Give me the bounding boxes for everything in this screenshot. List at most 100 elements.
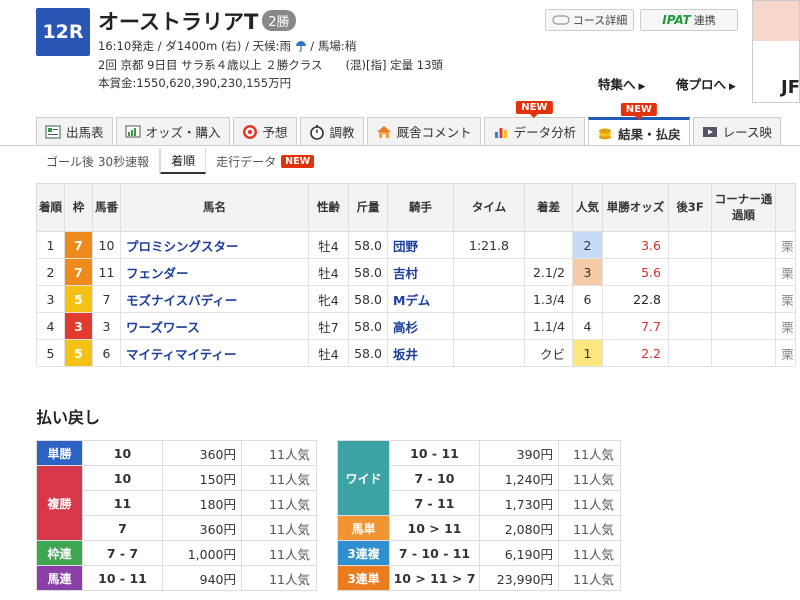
col-name: 馬名 [120,183,309,232]
tokushu-label: 特集へ [598,77,636,92]
jockey-link[interactable]: 坂井 [387,339,454,367]
time-cell [453,285,525,313]
jockey-link[interactable]: 吉村 [387,258,454,286]
time-cell: 1:21.8 [453,231,525,259]
result-row: 5 5 6 マイティマイティー 牡4 58.0 坂井 クビ 1 2.2 栗 [36,339,796,367]
tab-data-analysis[interactable]: NEW データ分析 [483,101,586,145]
jockey-link[interactable]: 高杉 [387,312,454,340]
tab-stable-comment[interactable]: 厩舎コメント [366,117,481,145]
payout-combination: 11 [82,490,163,516]
result-row: 1 7 10 プロミシングスター 牡4 58.0 団野 1:21.8 2 3.6 栗 [36,231,796,259]
payout-popularity: 11人気 [558,565,621,591]
payout-combination: 10 > 11 [389,515,480,541]
ipat-link-label: 連携 [693,14,716,27]
payout-row: ワイド 10 - 11 390円 11人気 [337,440,621,516]
horse-number-cell: 11 [92,258,121,286]
jockey-link[interactable]: 団野 [387,231,454,259]
triangle-right-icon: ▶ [638,82,646,92]
subtab-label: 走行データ [216,154,277,169]
race-card-icon [45,125,61,138]
subtab-goal-quick[interactable]: ゴール後 30秒速報 [36,148,161,174]
popularity-cell: 1 [572,339,603,367]
race-prize: 本賞金:1550,620,390,230,155万円 [98,76,292,90]
odds-icon [125,125,141,137]
frame-cell: 5 [64,285,93,313]
margin-cell [524,231,573,259]
payout-amount: 1,730円 [479,490,559,516]
tokushu-link[interactable]: 特集へ ▶ [598,74,645,93]
payout-popularity: 11人気 [558,540,621,566]
tab-label: 調教 [329,125,355,140]
jockey-link[interactable]: Mデム [387,285,454,313]
tab-divider [0,145,800,146]
payout-title: 払い戻し [36,408,101,427]
col-frame: 枠 [64,183,93,232]
bet-type-label: ワイド [337,440,390,516]
time-cell [453,312,525,340]
payout-popularity: 11人気 [241,515,317,541]
payout-amount: 1,240円 [479,465,559,491]
subtab-finish-order[interactable]: 着順 [160,148,207,174]
sexage-cell: 牡4 [308,258,349,286]
last3f-cell [668,312,712,340]
coins-icon [599,128,612,140]
payout-row: 3連複 7 - 10 - 11 6,190円 11人気 [337,540,621,566]
payout-popularity: 11人気 [558,515,621,541]
horse-name-link[interactable]: プロミシングスター [120,231,309,259]
partial-cell: 栗 [775,312,796,340]
horse-name-link[interactable]: フェンダー [120,258,309,286]
horse-name-link[interactable]: ワーズワース [120,312,309,340]
frame-cell: 7 [64,258,93,286]
payout-row: 枠連 7 - 7 1,000円 11人気 [36,540,317,566]
odds-cell: 2.2 [602,339,669,367]
tab-label: 出馬表 [66,125,104,140]
popularity-cell: 3 [572,258,603,286]
margin-cell: 1.3/4 [524,285,573,313]
ipat-link-button[interactable]: IPAT 連携 [640,9,738,31]
course-detail-button[interactable]: コース詳細 [545,9,634,31]
ad-banner[interactable]: JF [752,0,800,103]
tab-prediction[interactable]: 予想 [232,117,297,145]
tab-race-video[interactable]: レース映 [692,117,781,145]
popularity-cell: 6 [572,285,603,313]
tab-training[interactable]: 調教 [299,117,364,145]
tab-odds[interactable]: オッズ・購入 [115,117,230,145]
horse-name-link[interactable]: マイティマイティー [120,339,309,367]
payout-combination: 10 > 11 > 7 [389,565,480,591]
tab-results-payout[interactable]: NEW 結果・払戻 [588,103,690,146]
frame-cell: 7 [64,231,93,259]
new-badge: NEW [281,154,315,168]
frame-cell: 3 [64,312,93,340]
col-weight: 斤量 [348,183,388,232]
payout-row: 3連単 10 > 11 > 7 23,990円 11人気 [337,565,621,591]
payout-amount: 2,080円 [479,515,559,541]
sexage-cell: 牡4 [308,339,349,367]
payout-popularity: 11人気 [558,490,621,516]
time-cell [453,339,525,367]
col-odds: 単勝オッズ [602,183,669,232]
horse-name-link[interactable]: モズナイスバディー [120,285,309,313]
col-sexage: 性齢 [308,183,349,232]
race-number-badge: 12R [36,8,90,56]
last3f-cell [668,231,712,259]
col-rank: 着順 [36,183,65,232]
results-table: 着順 枠 馬番 馬名 性齢 斤量 騎手 タイム 着差 人気 単勝オッズ 後3F … [36,183,796,367]
tab-race-card[interactable]: 出馬表 [36,117,113,145]
video-icon [702,126,717,137]
payout-amount: 940円 [162,565,242,591]
payout-table-right: ワイド 10 - 11 390円 11人気 7 - 10 1,240円 11人気 7 - 11… [337,440,621,591]
odds-cell: 22.8 [602,285,669,313]
payout-combination: 7 - 10 [389,465,480,491]
orepro-link[interactable]: 俺プロへ ▶ [676,74,736,93]
payout-row: 複勝 10 150円 11人気 [36,465,317,541]
race-info-line2: 2回 京都 9日目 サラ系４歳以上 ２勝クラス (混)[指] 定量 13頭 [98,58,443,72]
orepro-label: 俺プロへ [676,77,727,92]
race-title: オーストラリアT 2勝 [98,6,296,36]
partial-cell: 栗 [775,258,796,286]
bet-type-label: 3連単 [337,565,390,591]
bet-type-label: 馬単 [337,515,390,541]
subtab-running-data[interactable]: 走行データ NEW [206,148,324,174]
payout-combination: 10 - 11 [82,565,163,591]
col-margin: 着差 [524,183,573,232]
payout-popularity: 11人気 [241,440,317,466]
